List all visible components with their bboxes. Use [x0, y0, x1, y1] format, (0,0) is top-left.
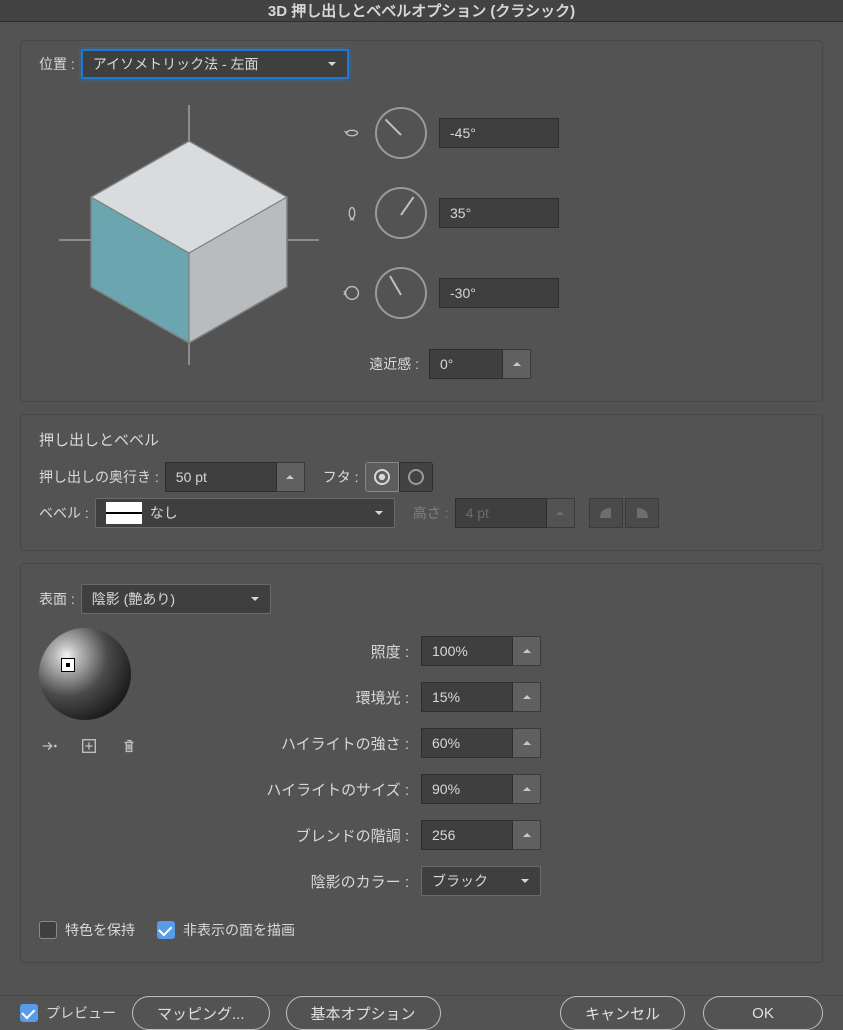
preserve-spot-checkbox[interactable]: 特色を保持 [39, 920, 135, 940]
light-handle[interactable] [61, 658, 75, 672]
chevron-down-icon [250, 591, 260, 607]
highlight-intensity-label: ハイライトの強さ : [209, 733, 409, 754]
dialog-content: 位置 : アイソメトリック法 - 左面 [0, 22, 843, 995]
dialog-footer: プレビュー マッピング... 基本オプション キャンセル OK [0, 995, 843, 1030]
position-select[interactable]: アイソメトリック法 - 左面 [81, 49, 349, 79]
section-surface: 表面 : 陰影 (艶あり) [20, 563, 823, 963]
highlight-intensity-stepper[interactable] [513, 728, 541, 758]
light-intensity-input[interactable]: 100% [421, 636, 513, 666]
draw-hidden-label: 非表示の面を描画 [183, 920, 295, 940]
rotation-z-dial[interactable] [375, 267, 427, 319]
chevron-down-icon [327, 56, 337, 72]
highlight-intensity-input[interactable]: 60% [421, 728, 513, 758]
basic-options-button[interactable]: 基本オプション [286, 996, 441, 1030]
highlight-size-input[interactable]: 90% [421, 774, 513, 804]
bevel-extent-in-button [589, 498, 623, 528]
cap-label: フタ : [323, 467, 359, 487]
light-intensity-label: 照度 : [209, 641, 409, 662]
cap-off-button[interactable] [399, 462, 433, 492]
rotation-y-dial[interactable] [375, 187, 427, 239]
rotate-x-icon [339, 120, 365, 146]
extrude-section-title: 押し出しとベベル [39, 429, 804, 450]
light-sphere[interactable] [39, 628, 131, 720]
checkbox-checked-icon [20, 1004, 38, 1022]
section-position: 位置 : アイソメトリック法 - 左面 [20, 40, 823, 402]
rotation-z-input[interactable]: -30° [439, 278, 559, 308]
light-add-button[interactable] [79, 736, 99, 756]
surface-label: 表面 : [39, 589, 75, 609]
dialog-title: 3D 押し出しとベベルオプション (クラシック) [268, 0, 575, 21]
ambient-stepper[interactable] [513, 682, 541, 712]
cap-on-button[interactable] [365, 462, 399, 492]
perspective-stepper[interactable] [503, 349, 531, 379]
cancel-button[interactable]: キャンセル [560, 996, 685, 1030]
rotate-y-icon [339, 200, 365, 226]
draw-hidden-checkbox[interactable]: 非表示の面を描画 [157, 920, 295, 940]
blend-steps-input[interactable]: 256 [421, 820, 513, 850]
surface-select[interactable]: 陰影 (艶あり) [81, 584, 271, 614]
ambient-label: 環境光 : [209, 687, 409, 708]
rotation-y-input[interactable]: 35° [439, 198, 559, 228]
perspective-input[interactable]: 0° [429, 349, 503, 379]
ambient-input[interactable]: 15% [421, 682, 513, 712]
bevel-extent-out-button [625, 498, 659, 528]
extrude-depth-label: 押し出しの奥行き : [39, 467, 159, 487]
bevel-select-value: なし [150, 503, 178, 523]
perspective-label: 遠近感 : [339, 354, 419, 374]
shade-color-value: ブラック [432, 871, 488, 891]
extrude-depth-input[interactable]: 50 pt [165, 462, 277, 492]
preview-label: プレビュー [46, 1003, 116, 1023]
position-label: 位置 : [39, 54, 75, 74]
light-delete-button[interactable] [119, 736, 139, 756]
light-back-button[interactable] [39, 736, 59, 756]
rotation-x-input[interactable]: -45° [439, 118, 559, 148]
bevel-height-label: 高さ : [413, 503, 449, 523]
position-select-value: アイソメトリック法 - 左面 [93, 54, 259, 74]
highlight-size-label: ハイライトのサイズ : [209, 779, 409, 800]
checkbox-icon [39, 921, 57, 939]
checkbox-checked-icon [157, 921, 175, 939]
shade-color-label: 陰影のカラー : [209, 871, 409, 892]
ok-button[interactable]: OK [703, 996, 823, 1030]
mapping-button[interactable]: マッピング... [132, 996, 270, 1030]
surface-select-value: 陰影 (艶あり) [92, 589, 175, 609]
chevron-down-icon [520, 873, 530, 889]
section-extrude-bevel: 押し出しとベベル 押し出しの奥行き : 50 pt フタ : ベベル : [20, 414, 823, 551]
preserve-spot-label: 特色を保持 [65, 920, 135, 940]
titlebar: 3D 押し出しとベベルオプション (クラシック) [0, 0, 843, 22]
bevel-thumb-icon [106, 502, 142, 524]
blend-steps-label: ブレンドの階調 : [209, 825, 409, 846]
bevel-height-stepper [547, 498, 575, 528]
chevron-down-icon [374, 505, 384, 521]
preview-checkbox[interactable]: プレビュー [20, 1003, 116, 1023]
extrude-depth-stepper[interactable] [277, 462, 305, 492]
blend-steps-stepper[interactable] [513, 820, 541, 850]
rotate-z-icon [339, 280, 365, 306]
highlight-size-stepper[interactable] [513, 774, 541, 804]
shade-color-select[interactable]: ブラック [421, 866, 541, 896]
rotation-x-dial[interactable] [375, 107, 427, 159]
rotation-controls: -45° 35° -30° [339, 85, 559, 379]
light-intensity-stepper[interactable] [513, 636, 541, 666]
bevel-label: ベベル : [39, 503, 89, 523]
bevel-select[interactable]: なし [95, 498, 395, 528]
cube-preview[interactable] [39, 85, 339, 385]
dialog-3d-extrude-bevel: 3D 押し出しとベベルオプション (クラシック) 位置 : アイソメトリック法 … [0, 0, 843, 1024]
bevel-height-input: 4 pt [455, 498, 547, 528]
